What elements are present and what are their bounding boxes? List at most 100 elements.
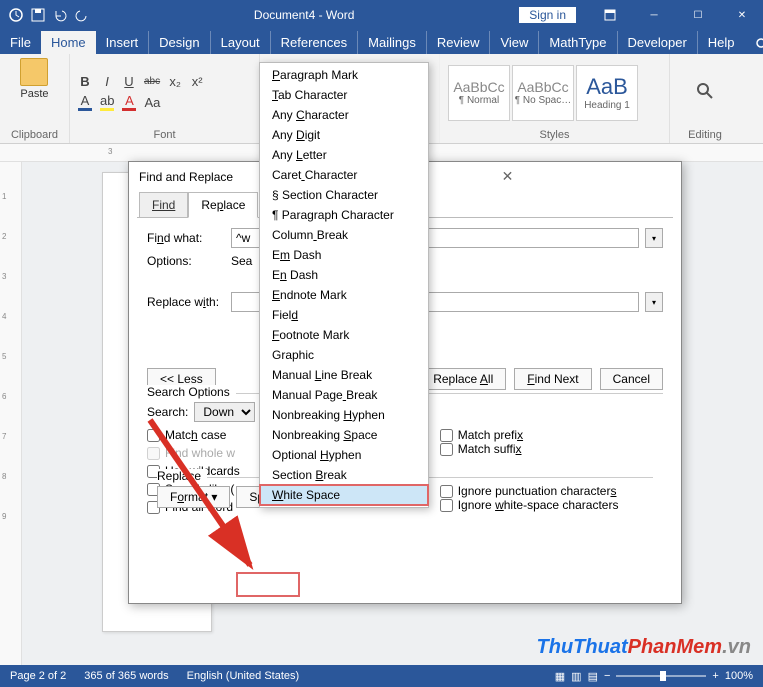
window-title: Document4 - Word [90, 8, 518, 22]
tab-help[interactable]: Help [698, 31, 745, 54]
zoom-slider[interactable] [616, 675, 706, 677]
special-menu-item[interactable]: § Section Character [260, 185, 428, 205]
replace-with-dropdown[interactable]: ▾ [645, 292, 663, 312]
ribbon-display-icon[interactable] [589, 0, 631, 30]
special-menu-item[interactable]: ¶ Paragraph Character [260, 205, 428, 225]
special-menu-item[interactable]: Caret Character [260, 165, 428, 185]
tab-home[interactable]: Home [41, 31, 96, 54]
status-words[interactable]: 365 of 365 words [84, 670, 168, 682]
change-case-button[interactable]: Aa [144, 95, 160, 110]
font-color-button[interactable]: A [122, 93, 136, 111]
special-menu-item[interactable]: Manual Line Break [260, 365, 428, 385]
search-option-checkbox[interactable]: Find whole w [147, 446, 240, 460]
zoom-out-button[interactable]: − [604, 670, 610, 682]
watermark: ThuThuatPhanMem.vn [537, 636, 751, 659]
replace-with-label: Replace with: [147, 295, 225, 309]
special-menu-item[interactable]: Em Dash [260, 245, 428, 265]
undo-icon[interactable] [52, 7, 68, 23]
search-direction-label: Search: [147, 405, 188, 419]
tab-mailings[interactable]: Mailings [358, 31, 427, 54]
status-page[interactable]: Page 2 of 2 [10, 670, 66, 682]
tab-insert[interactable]: Insert [96, 31, 150, 54]
options-label: Options: [147, 254, 225, 268]
group-styles-label: Styles [448, 127, 661, 141]
special-menu-item[interactable]: Manual Page Break [260, 385, 428, 405]
search-option-checkbox[interactable]: Match suffix [440, 442, 619, 456]
subscript-button[interactable]: x₂ [168, 74, 182, 89]
underline-button[interactable]: U [122, 74, 136, 89]
paste-button[interactable]: Paste [20, 58, 48, 100]
replace-legend: Replace [157, 469, 207, 483]
status-language[interactable]: English (United States) [187, 670, 300, 682]
view-print-icon[interactable]: ▥ [571, 670, 581, 683]
tab-view[interactable]: View [490, 31, 539, 54]
signin-button[interactable]: Sign in [518, 6, 577, 24]
tab-mathtype[interactable]: MathType [539, 31, 617, 54]
special-menu-item[interactable]: Any Character [260, 105, 428, 125]
find-what-dropdown[interactable]: ▾ [645, 228, 663, 248]
special-menu-item[interactable]: En Dash [260, 265, 428, 285]
tab-layout[interactable]: Layout [211, 31, 271, 54]
replace-all-button[interactable]: Replace All [420, 368, 506, 390]
close-button[interactable]: ✕ [721, 0, 763, 30]
special-menu-item[interactable]: Endnote Mark [260, 285, 428, 305]
search-option-checkbox[interactable]: Match prefix [440, 428, 619, 442]
special-menu-item[interactable]: Tab Character [260, 85, 428, 105]
strike-button[interactable]: abc [144, 76, 160, 87]
superscript-button[interactable]: x² [190, 74, 204, 89]
group-editing-label: Editing [678, 127, 732, 141]
special-menu-item[interactable]: Field [260, 305, 428, 325]
find-next-button[interactable]: Find Next [514, 368, 591, 390]
zoom-level[interactable]: 100% [725, 670, 753, 682]
special-menu-item[interactable]: White Space [260, 485, 428, 505]
style-nospacing[interactable]: AaBbCc¶ No Spac… [512, 65, 574, 121]
cancel-button[interactable]: Cancel [600, 368, 663, 390]
format-button[interactable]: Format ▾ [157, 486, 230, 508]
options-value: Sea [231, 254, 252, 268]
tab-references[interactable]: References [271, 31, 358, 54]
tab-developer[interactable]: Developer [618, 31, 698, 54]
view-read-icon[interactable]: ▦ [555, 670, 565, 683]
group-clipboard-label: Clipboard [8, 127, 61, 141]
dialog-tab-replace[interactable]: Replace [188, 192, 258, 218]
italic-button[interactable]: I [100, 74, 114, 89]
bold-button[interactable]: B [78, 74, 92, 89]
special-menu-item[interactable]: Any Digit [260, 125, 428, 145]
tab-design[interactable]: Design [149, 31, 210, 54]
search-icon[interactable] [755, 37, 763, 54]
style-heading1[interactable]: AaBHeading 1 [576, 65, 638, 121]
special-menu-item[interactable]: Nonbreaking Hyphen [260, 405, 428, 425]
paste-icon [20, 58, 48, 86]
styles-gallery[interactable]: AaBbCc¶ Normal AaBbCc¶ No Spac… AaBHeadi… [448, 65, 638, 121]
special-menu-item[interactable]: Optional Hyphen [260, 445, 428, 465]
tab-file[interactable]: File [0, 31, 41, 54]
highlight-button[interactable]: ab [100, 93, 114, 111]
special-menu-item[interactable]: Paragraph Mark [260, 65, 428, 85]
special-menu-item[interactable]: Graphic [260, 345, 428, 365]
special-menu-item[interactable]: Section Break [260, 465, 428, 485]
search-option-checkbox[interactable]: Match case [147, 428, 240, 442]
vertical-ruler[interactable]: 1 2 3 4 5 6 7 8 9 [0, 162, 22, 665]
tab-review[interactable]: Review [427, 31, 491, 54]
dialog-close-button[interactable]: ✕ [502, 168, 671, 185]
search-direction-select[interactable]: Down [194, 402, 255, 422]
dialog-tab-find[interactable]: Find [139, 192, 188, 218]
special-menu-item[interactable]: Footnote Mark [260, 325, 428, 345]
autosave-icon [8, 7, 24, 23]
view-web-icon[interactable]: ▤ [588, 670, 598, 683]
maximize-button[interactable]: ☐ [677, 0, 719, 30]
save-icon[interactable] [30, 7, 46, 23]
special-menu-item[interactable]: Any Letter [260, 145, 428, 165]
special-menu-item[interactable]: Nonbreaking Space [260, 425, 428, 445]
special-menu-item[interactable]: Column Break [260, 225, 428, 245]
zoom-in-button[interactable]: + [712, 670, 718, 682]
minimize-button[interactable]: ─ [633, 0, 675, 30]
search-options-legend: Search Options [147, 385, 236, 399]
editing-button[interactable] [691, 77, 719, 108]
text-effects-button[interactable]: A [78, 93, 92, 111]
redo-icon[interactable] [74, 7, 90, 23]
group-font-label: Font [78, 127, 251, 141]
find-what-label: Find what: [147, 231, 225, 245]
special-menu: Paragraph MarkTab CharacterAny Character… [259, 62, 429, 508]
style-normal[interactable]: AaBbCc¶ Normal [448, 65, 510, 121]
